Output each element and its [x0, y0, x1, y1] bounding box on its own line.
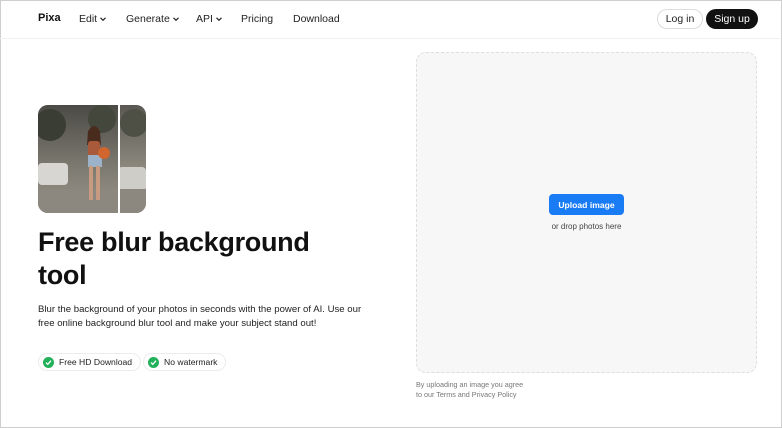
chevron-down-icon: [100, 17, 107, 22]
photo-illustration: [38, 105, 146, 213]
check-icon: [43, 356, 54, 368]
upload-image-button[interactable]: Upload image: [549, 194, 624, 215]
terms-notice: By uploading an image you agree to our T…: [416, 380, 566, 400]
chevron-down-icon: [172, 17, 179, 22]
badge-no-watermark: No watermark: [143, 353, 227, 371]
nav-generate-label: Generate: [126, 13, 170, 25]
hero-description: Blur the background of your photos in se…: [38, 304, 362, 329]
badge-label: Free HD Download: [59, 357, 133, 367]
header-divider: [0, 38, 780, 39]
page-title: Free blur background tool: [38, 227, 310, 290]
signup-button[interactable]: Sign up: [706, 9, 758, 29]
badge-label: No watermark: [164, 357, 218, 367]
badge-free-hd-download: Free HD Download: [38, 353, 142, 371]
top-navigation: Pixa Edit Generate API Pricing Download …: [0, 0, 780, 38]
nav-pricing[interactable]: Pricing: [241, 13, 273, 25]
drop-photos-hint: or drop photos here: [551, 222, 622, 231]
terms-line-2[interactable]: to our Terms and Privacy Policy: [416, 390, 566, 400]
check-icon: [148, 356, 159, 368]
terms-line-1: By uploading an image you agree: [416, 380, 524, 389]
nav-download[interactable]: Download: [293, 13, 340, 25]
before-after-photo: [38, 105, 146, 213]
nav-edit-label: Edit: [79, 13, 98, 25]
nav-generate[interactable]: Generate: [126, 13, 180, 25]
nav-api[interactable]: API: [196, 13, 223, 25]
pixa-logo[interactable]: Pixa: [38, 12, 61, 24]
nav-api-label: API: [196, 13, 213, 25]
login-button[interactable]: Log in: [657, 9, 703, 29]
chevron-down-icon: [216, 17, 222, 22]
nav-edit[interactable]: Edit: [79, 13, 107, 25]
